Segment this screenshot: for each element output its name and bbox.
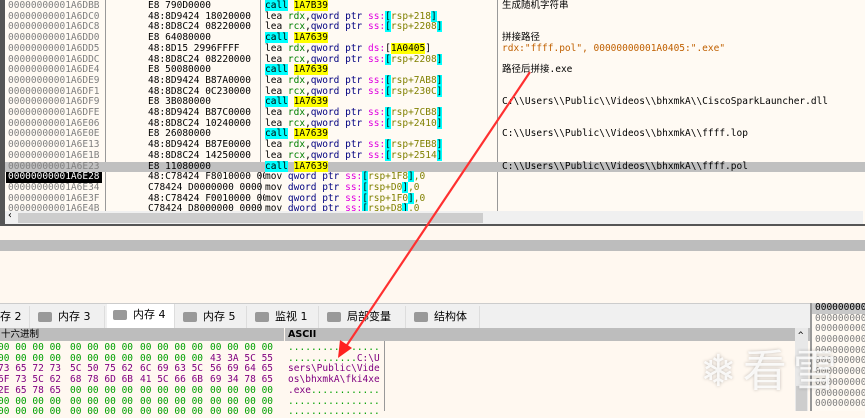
annotation-arrow — [338, 71, 531, 358]
arrow-head — [338, 340, 352, 358]
arrow-line — [344, 71, 531, 349]
